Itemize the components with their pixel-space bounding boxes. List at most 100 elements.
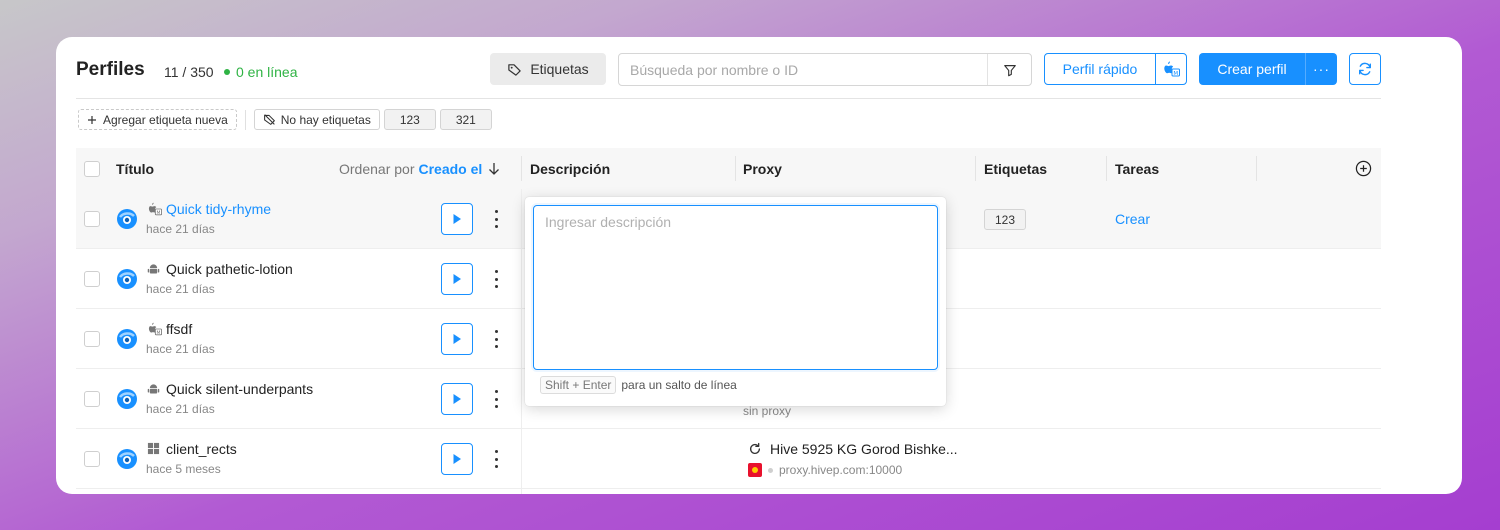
tag-filter-chip[interactable]: 123: [383, 109, 436, 130]
proxy-name-label: Hive 5925 KG Gorod Bishke...: [770, 441, 958, 457]
tag-separator: [244, 109, 246, 130]
row-tag[interactable]: 123: [984, 209, 1026, 230]
browser-profile-icon: [117, 269, 137, 289]
online-status: 0 en línea: [224, 64, 298, 80]
tag-icon: [508, 63, 522, 76]
profile-created: hace 21 días: [146, 282, 215, 296]
profile-created: hace 21 días: [146, 222, 215, 236]
tag-filter-chip[interactable]: 321: [439, 109, 492, 130]
quick-profile-button[interactable]: Perfil rápido M: [1044, 53, 1187, 85]
search-input[interactable]: [619, 54, 987, 85]
play-icon: [453, 454, 461, 464]
play-icon: [453, 274, 461, 284]
proxy-host: proxy.hivep.com:10000: [748, 463, 902, 477]
profile-name[interactable]: client_rects: [166, 441, 237, 457]
profile-name[interactable]: Quick silent-underpants: [166, 381, 313, 397]
row-checkbox[interactable]: [84, 451, 100, 467]
column-description: Descripción: [530, 160, 611, 177]
android-icon: [147, 264, 160, 274]
profile-name[interactable]: Quick pathetic-lotion: [166, 261, 293, 277]
page-title: Perfiles: [76, 59, 145, 80]
launch-profile-button[interactable]: [441, 443, 473, 475]
svg-text:M: M: [1173, 71, 1178, 77]
select-all-checkbox[interactable]: [84, 160, 100, 177]
row-menu-button[interactable]: [489, 328, 503, 350]
description-popover: Shift + Enter para un salto de línea: [525, 197, 946, 406]
online-label: 0 en línea: [236, 64, 298, 80]
column-divider: [1256, 156, 1257, 181]
column-divider: [735, 156, 736, 181]
proxy-refresh-icon[interactable]: [748, 442, 762, 456]
column-tasks: Tareas: [1115, 160, 1160, 177]
add-tag-label: Agregar etiqueta nueva: [103, 112, 228, 127]
tag-bar: Agregar etiqueta nueva No hay etiquetas …: [78, 109, 496, 130]
refresh-icon: [1359, 62, 1371, 76]
plus-icon: [88, 115, 96, 124]
sort-by-text: Ordenar por: [339, 160, 415, 177]
arrow-down-icon: [489, 162, 500, 175]
description-input[interactable]: [533, 205, 938, 370]
column-divider: [1106, 156, 1107, 181]
row-menu-button[interactable]: [489, 208, 503, 230]
row-checkbox[interactable]: [84, 391, 100, 407]
sort-field[interactable]: Creado el: [418, 161, 482, 177]
row-checkbox[interactable]: [84, 331, 100, 347]
row-menu-button[interactable]: [489, 268, 503, 290]
description-column-divider: [521, 189, 522, 494]
android-icon: [147, 384, 160, 394]
no-tags-filter[interactable]: No hay etiquetas: [253, 109, 380, 130]
profiles-panel: Perfiles 11 / 350 0 en línea Etiquetas P…: [56, 37, 1462, 494]
browser-profile-icon: [117, 209, 137, 229]
refresh-button[interactable]: [1349, 53, 1381, 85]
no-tags-label: No hay etiquetas: [280, 112, 371, 127]
profile-name[interactable]: ffsdf: [166, 321, 192, 337]
filter-button[interactable]: [987, 54, 1031, 85]
sort-by-label: Ordenar por Creado el: [339, 161, 482, 177]
table-header: Título Ordenar por Creado el Descripción …: [76, 148, 1381, 189]
tags-button-label: Etiquetas: [530, 61, 589, 77]
windows-icon: [147, 442, 160, 455]
launch-profile-button[interactable]: [441, 323, 473, 355]
proxy-none-label: sin proxy: [743, 404, 792, 418]
table-row[interactable]: client_rects hace 5 meses Hive 5925 KG G…: [76, 429, 1381, 489]
profile-created: hace 21 días: [146, 402, 215, 416]
launch-profile-button[interactable]: [441, 263, 473, 295]
sort-control[interactable]: Ordenar por Creado el: [339, 148, 500, 189]
column-tags: Etiquetas: [984, 160, 1048, 177]
create-profile-button[interactable]: Crear perfil ···: [1199, 53, 1337, 85]
launch-profile-button[interactable]: [441, 203, 473, 235]
create-task-link[interactable]: Crear: [1115, 211, 1150, 227]
search-box[interactable]: [618, 53, 1032, 86]
tag-off-icon: [263, 114, 275, 125]
launch-profile-button[interactable]: [441, 383, 473, 415]
profile-name-link[interactable]: Quick tidy-rhyme: [166, 201, 271, 217]
plus-circle-icon: [1355, 160, 1372, 177]
row-checkbox[interactable]: [84, 271, 100, 287]
online-dot-icon: [224, 69, 230, 75]
play-icon: [453, 394, 461, 404]
create-profile-more-button[interactable]: ···: [1305, 53, 1337, 85]
tags-button[interactable]: Etiquetas: [490, 53, 606, 85]
row-menu-button[interactable]: [489, 388, 503, 410]
macos-m-icon: M: [148, 202, 162, 216]
quick-profile-os-button[interactable]: M: [1155, 54, 1186, 84]
header-divider: [76, 98, 1381, 99]
profile-count: 11 / 350: [164, 64, 214, 80]
add-tag-button[interactable]: Agregar etiqueta nueva: [78, 109, 237, 130]
column-divider: [521, 156, 522, 181]
row-checkbox[interactable]: [84, 211, 100, 227]
macos-m-icon: M: [148, 322, 162, 336]
column-proxy: Proxy: [743, 160, 782, 177]
row-menu-button[interactable]: [489, 448, 503, 470]
browser-profile-icon: [117, 389, 137, 409]
newline-hint: Shift + Enter para un salto de línea: [540, 376, 737, 394]
add-column-button[interactable]: [1355, 148, 1372, 189]
macos-m-icon: M: [1164, 61, 1180, 77]
proxy-name[interactable]: Hive 5925 KG Gorod Bishke...: [748, 441, 958, 457]
play-icon: [453, 214, 461, 224]
filter-icon: [1003, 64, 1016, 76]
column-title: Título: [116, 160, 155, 177]
shortcut-key: Shift + Enter: [540, 376, 617, 394]
create-profile-label: Crear perfil: [1217, 61, 1287, 77]
select-all-cell: [84, 148, 100, 189]
